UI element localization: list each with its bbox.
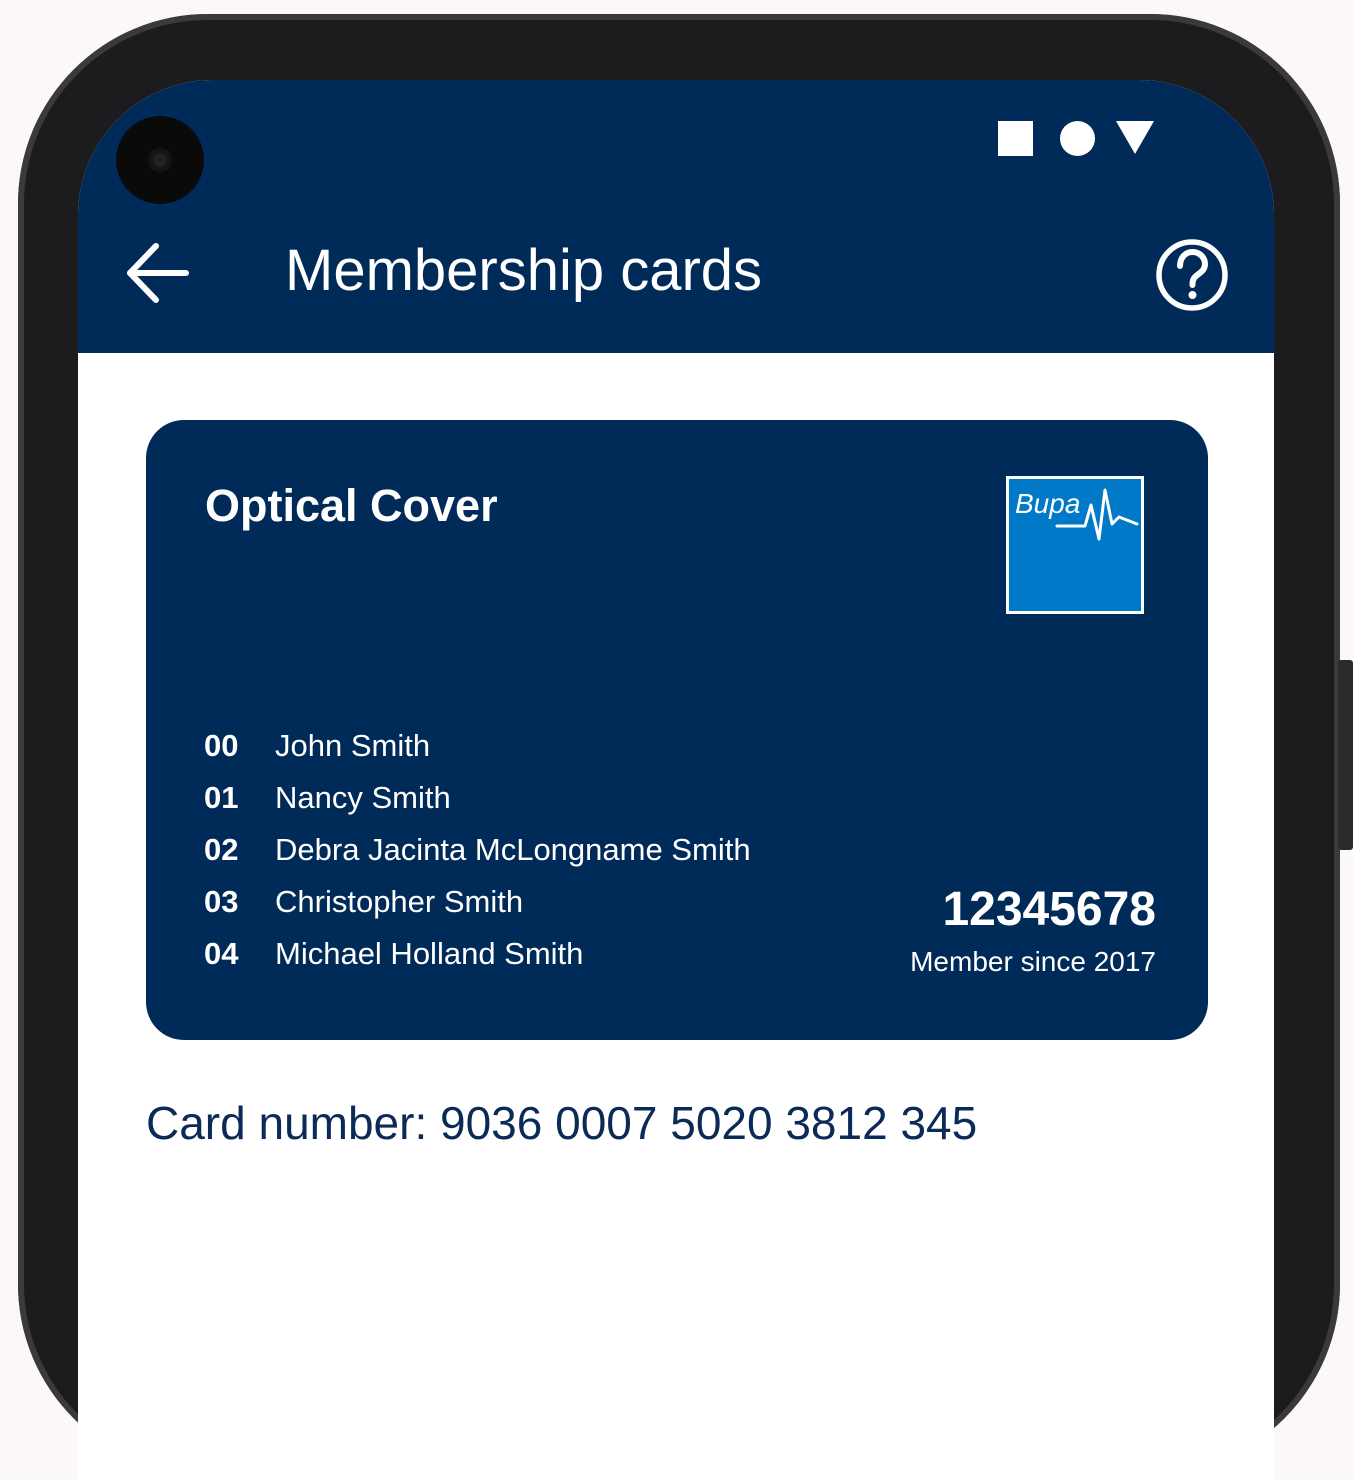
membership-number: 12345678 (942, 883, 1156, 936)
phone-side-button (1338, 660, 1353, 850)
member-row: 00 John Smith (204, 728, 751, 780)
member-name: Christopher Smith (275, 884, 524, 919)
bupa-logo: Bupa (1006, 476, 1144, 614)
member-row: 02 Debra Jacinta McLongname Smith (204, 832, 751, 884)
member-row: 04 Michael Holland Smith (204, 936, 751, 988)
membership-card[interactable]: Optical Cover Bupa 00 John Smith 01 Nancy … (146, 420, 1208, 1040)
help-button[interactable] (1154, 237, 1230, 313)
member-name: Debra Jacinta McLongname Smith (275, 832, 751, 867)
heartbeat-icon (1055, 488, 1139, 541)
member-name: Michael Holland Smith (275, 936, 584, 971)
member-row: 01 Nancy Smith (204, 780, 751, 832)
back-arrow-icon (127, 243, 189, 303)
member-name: John Smith (275, 728, 431, 763)
bupa-logo-background: Bupa (1009, 479, 1141, 611)
member-list: 00 John Smith 01 Nancy Smith 02 Debra Jacin… (204, 728, 751, 988)
member-id: 01 (204, 780, 239, 815)
member-id: 03 (204, 884, 239, 919)
member-id: 00 (204, 728, 239, 763)
member-id: 04 (204, 936, 239, 971)
member-row: 03 Christopher Smith (204, 884, 751, 936)
member-name: Nancy Smith (275, 780, 451, 815)
card-title: Optical Cover (205, 480, 498, 531)
member-since: Member since 2017 (910, 946, 1156, 977)
member-id: 02 (204, 832, 239, 867)
back-button[interactable] (124, 240, 194, 306)
help-icon (1156, 239, 1228, 311)
